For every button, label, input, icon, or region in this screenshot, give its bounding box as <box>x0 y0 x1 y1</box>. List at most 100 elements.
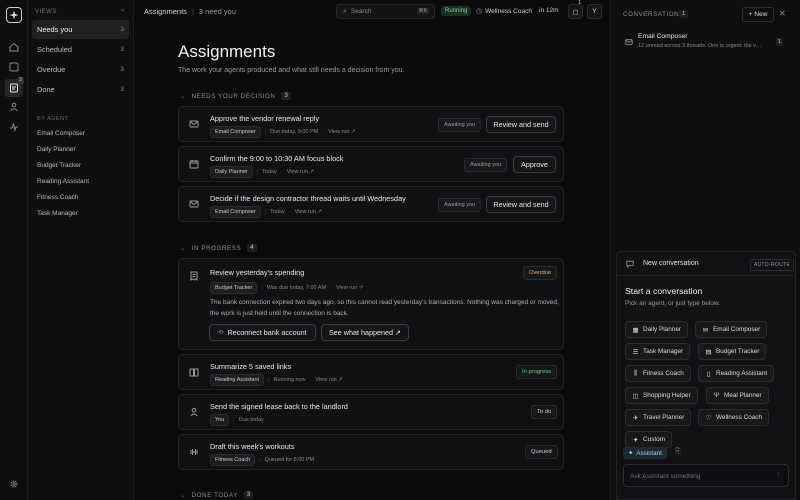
plus-icon: + <box>748 11 753 18</box>
send-icon[interactable]: ↑ <box>777 472 781 479</box>
section-needs-header[interactable]: ⌄ NEEDS YOUR DECISION 3 <box>180 92 291 100</box>
review-and-send-button[interactable]: Review and send <box>486 116 556 133</box>
breadcrumb-title[interactable]: Assignments <box>144 7 187 16</box>
review-and-send-button[interactable]: Review and send <box>486 196 556 213</box>
assignment-card[interactable]: Confirm the 9:00 to 10:30 AM focus block… <box>178 146 564 182</box>
next-run-agent[interactable]: ◷ Wellness Coach <box>476 7 532 16</box>
agents-icon[interactable] <box>7 100 21 114</box>
by-agent-header: BY AGENT <box>37 116 69 122</box>
assignment-title: Approve the vendor renewal reply <box>210 114 320 123</box>
agent-chip-shopping-helper[interactable]: ◫ Shopping Helper <box>625 387 698 404</box>
status-badge: Queued <box>525 445 558 459</box>
heart-icon: ♡ <box>705 414 712 422</box>
assignment-card[interactable]: Approve the vendor renewal reply Email C… <box>178 106 564 142</box>
assignment-card[interactable]: Summarize 5 saved links Reading Assistan… <box>178 354 564 390</box>
ask-assistant-input[interactable]: Ask Assistant something ↑ <box>623 464 789 487</box>
view-run-link[interactable]: View run ↗ <box>315 377 342 383</box>
chip-label: Email Composer <box>713 326 761 333</box>
agent-chip-task-manager[interactable]: ☰ Task Manager <box>625 343 691 360</box>
agent-chip-reading-assistant[interactable]: ▯ Reading Assistant <box>698 365 775 382</box>
notifications-icon[interactable]: ▢ <box>568 4 583 19</box>
link-icon: ⟲ <box>218 330 224 336</box>
checklist-icon: ☰ <box>632 348 639 356</box>
assistant-chip[interactable]: ✦ Assistant <box>623 447 667 459</box>
assignment-card[interactable]: Draft this week's workouts Fitness Coach… <box>178 434 564 470</box>
book-icon: ▯ <box>706 370 711 378</box>
agent-filter-fitness-coach[interactable]: Fitness Coach <box>37 194 79 201</box>
close-icon[interactable]: ✕ <box>779 9 786 18</box>
chevron-down-icon: ⌄ <box>180 93 186 100</box>
search-shortcut: ⌘K <box>416 8 429 14</box>
view-run-link[interactable]: View run ↗ <box>328 129 355 135</box>
dumbbell-icon: ⫼ <box>634 369 637 377</box>
view-run-link[interactable]: View run ↗ <box>295 209 322 215</box>
running-status[interactable]: Running <box>441 6 472 16</box>
assignment-card[interactable]: Review yesterday's spending Budget Track… <box>178 258 564 350</box>
agent-chip-custom[interactable]: ✦ Custom <box>625 431 673 448</box>
section-done-header[interactable]: ⌄ DONE TODAY 3 <box>180 491 254 499</box>
conversation-title: Email Composer <box>638 33 688 40</box>
approve-button[interactable]: Approve <box>513 156 556 173</box>
see-what-happened-button[interactable]: See what happened ↗ <box>321 324 409 341</box>
agent-chip-daily-planner[interactable]: ▦ Daily Planner <box>625 321 689 338</box>
view-done[interactable]: Done 3 <box>32 80 129 99</box>
conversation-item[interactable]: Email Composer 12 unread across 3 thread… <box>621 30 789 55</box>
agent-chip-wellness-coach[interactable]: ♡ Wellness Coach <box>698 409 770 426</box>
view-run-link[interactable]: View run ↗ <box>287 169 314 175</box>
conversation-summary: 12 unread across 3 threads. One is urgen… <box>638 43 762 49</box>
inbox-icon[interactable] <box>7 60 21 74</box>
new-conversation-button[interactable]: + New <box>742 7 774 22</box>
agent-chip-budget-tracker[interactable]: ▤ Budget Tracker <box>698 343 767 360</box>
agent-chip-email-composer[interactable]: ✉ Email Composer <box>695 321 768 338</box>
due-text: Queued for 6:00 PM <box>264 457 315 463</box>
avatar[interactable]: Y <box>587 4 602 19</box>
search-input[interactable]: ⌕ Search ⌘K <box>336 4 435 19</box>
agent-chip-travel-planner[interactable]: ✈ Travel Planner <box>625 409 692 426</box>
utensils-icon: Ψ <box>713 392 720 399</box>
app-logo-icon[interactable] <box>6 7 22 23</box>
view-count: 3 <box>120 66 124 73</box>
app-rail: 3 <box>0 0 28 500</box>
breadcrumb-sub: 3 need you <box>198 7 237 16</box>
notifications-count: 1 <box>578 0 581 6</box>
view-needs-you[interactable]: Needs you 3 <box>32 20 129 39</box>
due-text: Running now <box>273 377 306 383</box>
view-run-link[interactable]: View run ↗ <box>336 285 363 291</box>
due-text: Was due today, 7:00 AM <box>266 285 327 291</box>
view-overdue[interactable]: Overdue 3 <box>32 60 129 79</box>
attach-icon[interactable]: ⎘ <box>675 448 681 456</box>
assignment-card[interactable]: Decide if the design contractor thread w… <box>178 186 564 222</box>
agent-filter-reading-assistant[interactable]: Reading Assistant <box>37 178 89 185</box>
receipt-icon <box>187 269 201 283</box>
settings-gear-icon[interactable] <box>7 477 21 491</box>
agent-filter-daily-planner[interactable]: Daily Planner <box>37 146 76 153</box>
assignment-card[interactable]: Send the signed lease back to the landlo… <box>178 394 564 430</box>
collapse-sidebar-icon[interactable]: « <box>121 7 125 14</box>
section-progress-header[interactable]: ⌄ IN PROGRESS 4 <box>180 244 257 252</box>
next-run-time: in 12m <box>539 7 559 14</box>
agent-chip-fitness-coach[interactable]: ⫼ Fitness Coach <box>625 365 691 382</box>
view-scheduled[interactable]: Scheduled 3 <box>32 40 129 59</box>
section-count: 4 <box>247 244 257 252</box>
agent-filter-task-manager[interactable]: Task Manager <box>37 210 78 217</box>
plane-icon: ✈ <box>632 414 639 422</box>
auto-route-toggle[interactable]: AUTO-ROUTE <box>750 259 794 271</box>
agent-chip-meal-planner[interactable]: Ψ Meal Planner <box>706 387 769 404</box>
home-icon[interactable] <box>7 40 21 54</box>
agent-filter-budget-tracker[interactable]: Budget Tracker <box>37 162 81 169</box>
due-text: Today <box>262 169 277 175</box>
main-content: Assignments | 3 need you Assignments The… <box>134 0 610 500</box>
chip-label: Shopping Helper <box>643 392 691 399</box>
assignment-title: Decide if the design contractor thread w… <box>210 194 406 203</box>
chip-label: Task Manager <box>643 348 684 355</box>
chip-label: Meal Planner <box>724 392 762 399</box>
chip-label: Fitness Coach <box>643 370 684 377</box>
reconnect-bank-button[interactable]: ⟲ Reconnect bank account <box>209 324 316 341</box>
activity-icon[interactable] <box>7 120 21 134</box>
agent-filter-email-composer[interactable]: Email Composer <box>37 130 85 137</box>
section-count: 3 <box>281 92 291 100</box>
section-count: 3 <box>243 491 254 499</box>
views-header: VIEWS <box>35 9 57 15</box>
agent-name: Wellness Coach <box>485 7 532 15</box>
ask-placeholder: Ask Assistant something <box>630 473 701 480</box>
